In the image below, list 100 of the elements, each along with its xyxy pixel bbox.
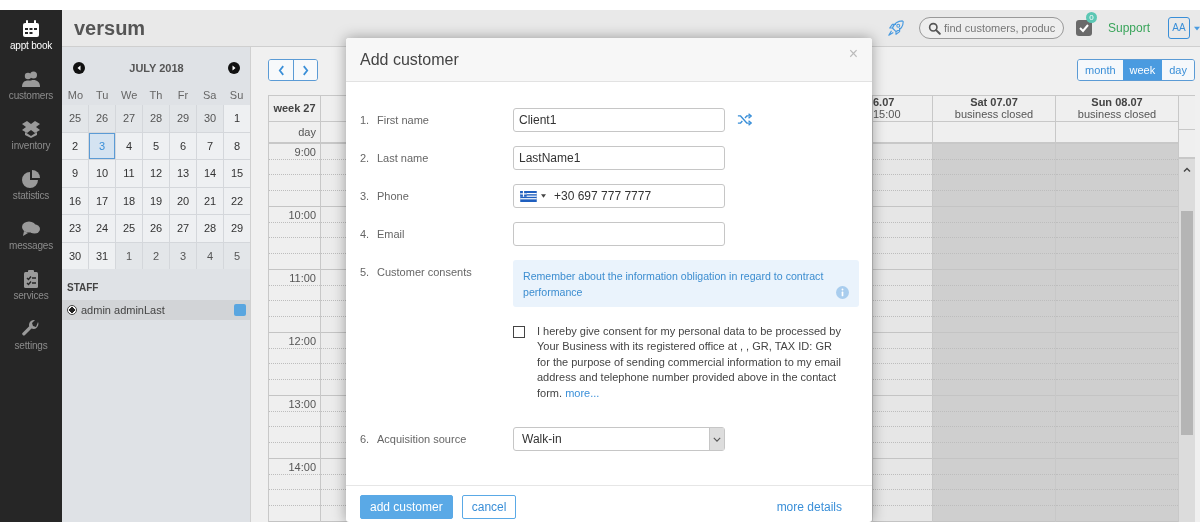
calendar-day[interactable]: 11 — [116, 160, 142, 187]
month-title: JULY 2018 — [129, 62, 184, 74]
time-slot[interactable]: 11:00 — [269, 270, 320, 333]
calendar-day[interactable]: 24 — [89, 215, 115, 242]
time-slot[interactable]: 12:00 — [269, 333, 320, 396]
select-field[interactable]: Walk-in — [513, 427, 725, 452]
more-details-link[interactable]: more details — [776, 500, 842, 514]
more-link[interactable]: more... — [565, 386, 600, 399]
calendar-day[interactable]: 28 — [197, 215, 223, 242]
checkbox[interactable] — [513, 326, 525, 338]
calendar-day[interactable]: 14 — [197, 160, 223, 187]
calendar-day[interactable]: 5 — [224, 242, 250, 269]
chevron-right-icon — [302, 64, 309, 76]
field-number: 4. — [360, 228, 371, 240]
calendar-day[interactable]: 27 — [170, 215, 196, 242]
calendar-day[interactable]: 27 — [116, 105, 142, 132]
scroll-up-icon[interactable] — [1183, 167, 1191, 172]
calendar-day[interactable]: 30 — [62, 242, 88, 269]
calendar-day[interactable]: 30 — [197, 105, 223, 132]
calendar-day[interactable]: 20 — [170, 187, 196, 214]
calendar-day[interactable]: 4 — [197, 242, 223, 269]
weekday-label: Th — [148, 88, 164, 103]
search-icon — [927, 21, 941, 35]
calendar-day[interactable]: 22 — [224, 187, 250, 214]
calendar-day[interactable]: 4 — [116, 132, 142, 159]
field-number: 1. — [360, 114, 371, 126]
sidebar-item[interactable]: customers — [8, 66, 54, 116]
sidebar-item[interactable]: services — [13, 266, 49, 316]
calendar-day[interactable]: 12 — [143, 160, 169, 187]
text-field[interactable]: Client1 — [513, 108, 725, 132]
logo: versum — [74, 16, 146, 40]
field-label: Email — [377, 228, 405, 240]
weekday-label: Su — [228, 88, 245, 103]
column-note: 15:00 — [873, 108, 901, 121]
calendar-day[interactable]: 23 — [62, 215, 88, 242]
calendar-day[interactable]: 26 — [89, 105, 115, 132]
calendar-day[interactable]: 13 — [170, 160, 196, 187]
calendar-day[interactable]: 26 — [143, 215, 169, 242]
calendar-day[interactable]: 9 — [62, 160, 88, 187]
column-note: business closed — [1077, 108, 1157, 121]
count-badge: 0 — [1085, 12, 1097, 23]
time-slot[interactable]: 10:00 — [269, 207, 320, 270]
previous-button[interactable] — [269, 60, 293, 80]
calendar-day[interactable]: 16 — [62, 187, 88, 214]
caret-icon[interactable] — [1194, 25, 1200, 31]
pie-chart-icon — [21, 169, 41, 189]
calendar-day[interactable]: 21 — [197, 187, 223, 214]
dialog-title: Add customer — [360, 50, 459, 69]
cancel-button[interactable]: cancel — [461, 495, 517, 519]
calendar-day[interactable]: 29 — [224, 215, 250, 242]
phone-field[interactable]: +30 697 777 7777 — [513, 184, 725, 208]
calendar-day[interactable]: 17 — [89, 187, 115, 214]
calendar-day[interactable]: 10 — [89, 160, 115, 187]
row-label: day — [298, 125, 316, 138]
rocket-icon[interactable] — [886, 19, 905, 37]
field-number: 6. — [360, 433, 371, 446]
color-swatch[interactable] — [234, 304, 246, 316]
weekday-label: Tu — [95, 88, 110, 103]
calendar-day[interactable]: 2 — [143, 242, 169, 269]
caret-icon — [541, 194, 546, 198]
sidebar-item[interactable]: appt book — [9, 16, 53, 66]
shuffle-icon[interactable] — [737, 113, 753, 126]
calendar-day[interactable]: 18 — [116, 187, 142, 214]
calendar-day[interactable]: 28 — [143, 105, 169, 132]
calendar-day[interactable]: 25 — [62, 105, 88, 132]
calendar-day[interactable]: 7 — [197, 132, 223, 159]
calendar-day[interactable]: 29 — [170, 105, 196, 132]
box-icon — [21, 119, 41, 139]
next-button[interactable] — [293, 60, 317, 80]
calendar-day[interactable]: 8 — [224, 132, 250, 159]
field-number: 3. — [360, 190, 371, 202]
text-field[interactable] — [513, 222, 725, 246]
sidebar-item[interactable]: inventory — [11, 116, 51, 166]
calendar-day[interactable]: 3 — [170, 242, 196, 269]
sidebar-item[interactable]: settings — [14, 316, 48, 366]
calendar-day[interactable]: 6 — [170, 132, 196, 159]
time-slot[interactable]: 13:00 — [269, 396, 320, 459]
sidebar-item[interactable]: statistics — [12, 166, 50, 216]
checkbox-icon[interactable] — [1075, 20, 1092, 36]
calendar-day[interactable]: 15 — [224, 160, 250, 187]
column-date: Sat 07.07 — [970, 96, 1018, 109]
calendar-day[interactable]: 1 — [116, 242, 142, 269]
scrollbar-thumb[interactable] — [1181, 211, 1193, 435]
column-date: Sun 08.07 — [1091, 96, 1143, 109]
calendar-day[interactable]: 31 — [89, 242, 115, 269]
calendar-day[interactable]: 25 — [116, 215, 142, 242]
clipboard-icon — [21, 269, 41, 289]
section-title: STAFF — [67, 282, 100, 293]
time-slot[interactable]: 14:00 — [269, 459, 320, 522]
calendar-day[interactable]: 1 — [224, 105, 250, 132]
info-icon[interactable] — [836, 286, 849, 299]
calendar-day[interactable]: 19 — [143, 187, 169, 214]
text-field[interactable]: LastName1 — [513, 146, 725, 170]
calendar-day[interactable]: 2 — [62, 132, 88, 159]
radio-button[interactable] — [67, 305, 77, 315]
search-field[interactable]: find customers, produc — [918, 17, 1064, 39]
sidebar-item[interactable]: messages — [9, 216, 53, 266]
calendar-day[interactable]: 5 — [143, 132, 169, 159]
time-slot[interactable]: 9:00 — [269, 144, 320, 207]
calendar-icon — [21, 19, 41, 39]
